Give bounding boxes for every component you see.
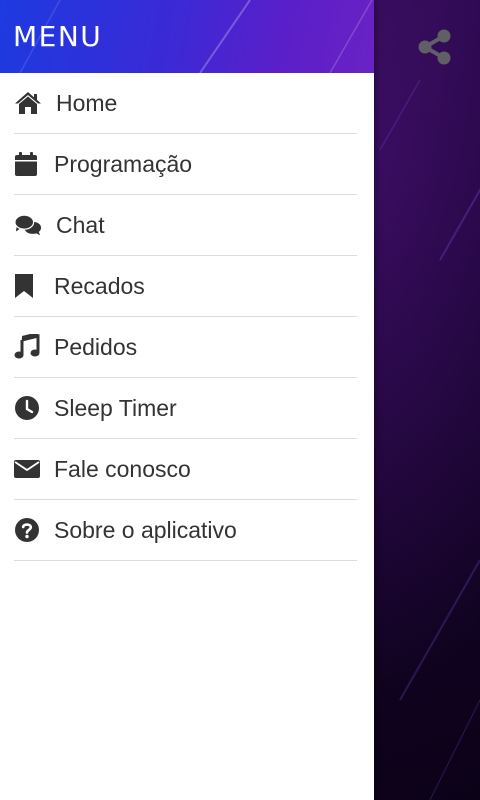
question-circle-icon [14,516,42,544]
share-icon [418,29,451,65]
envelope-icon [14,455,42,483]
menu-item-label: Home [56,89,118,116]
menu-item-programacao[interactable]: Programação [14,134,357,195]
clock-icon [14,394,42,422]
menu-item-chat[interactable]: Chat [14,195,357,256]
navigation-drawer: MENU Home Programação Chat Recados Pedid… [0,0,374,800]
app-screen: MENU Home Programação Chat Recados Pedid… [0,0,480,800]
drawer-header: MENU [0,0,374,73]
menu-item-sleep-timer[interactable]: Sleep Timer [14,378,357,439]
drawer-title: MENU [13,20,103,53]
menu-item-label: Recados [54,272,145,299]
menu-item-home[interactable]: Home [14,73,357,134]
menu-item-label: Pedidos [54,333,138,360]
menu-item-label: Fale conosco [54,455,191,482]
menu-item-label: Sobre o aplicativo [54,516,237,543]
menu-item-pedidos[interactable]: Pedidos [14,317,357,378]
home-icon [14,89,42,117]
menu-item-sobre[interactable]: Sobre o aplicativo [14,500,357,561]
menu-item-recados[interactable]: Recados [14,256,357,317]
menu-item-label: Chat [56,211,105,238]
share-button[interactable] [414,26,456,68]
menu-list: Home Programação Chat Recados Pedidos Sl… [0,73,374,561]
menu-item-label: Programação [54,150,193,177]
music-note-icon [14,333,42,361]
chat-icon [14,211,42,239]
calendar-icon [14,150,42,178]
menu-item-fale-conosco[interactable]: Fale conosco [14,439,357,500]
menu-item-label: Sleep Timer [54,394,177,421]
bookmark-icon [14,272,42,300]
